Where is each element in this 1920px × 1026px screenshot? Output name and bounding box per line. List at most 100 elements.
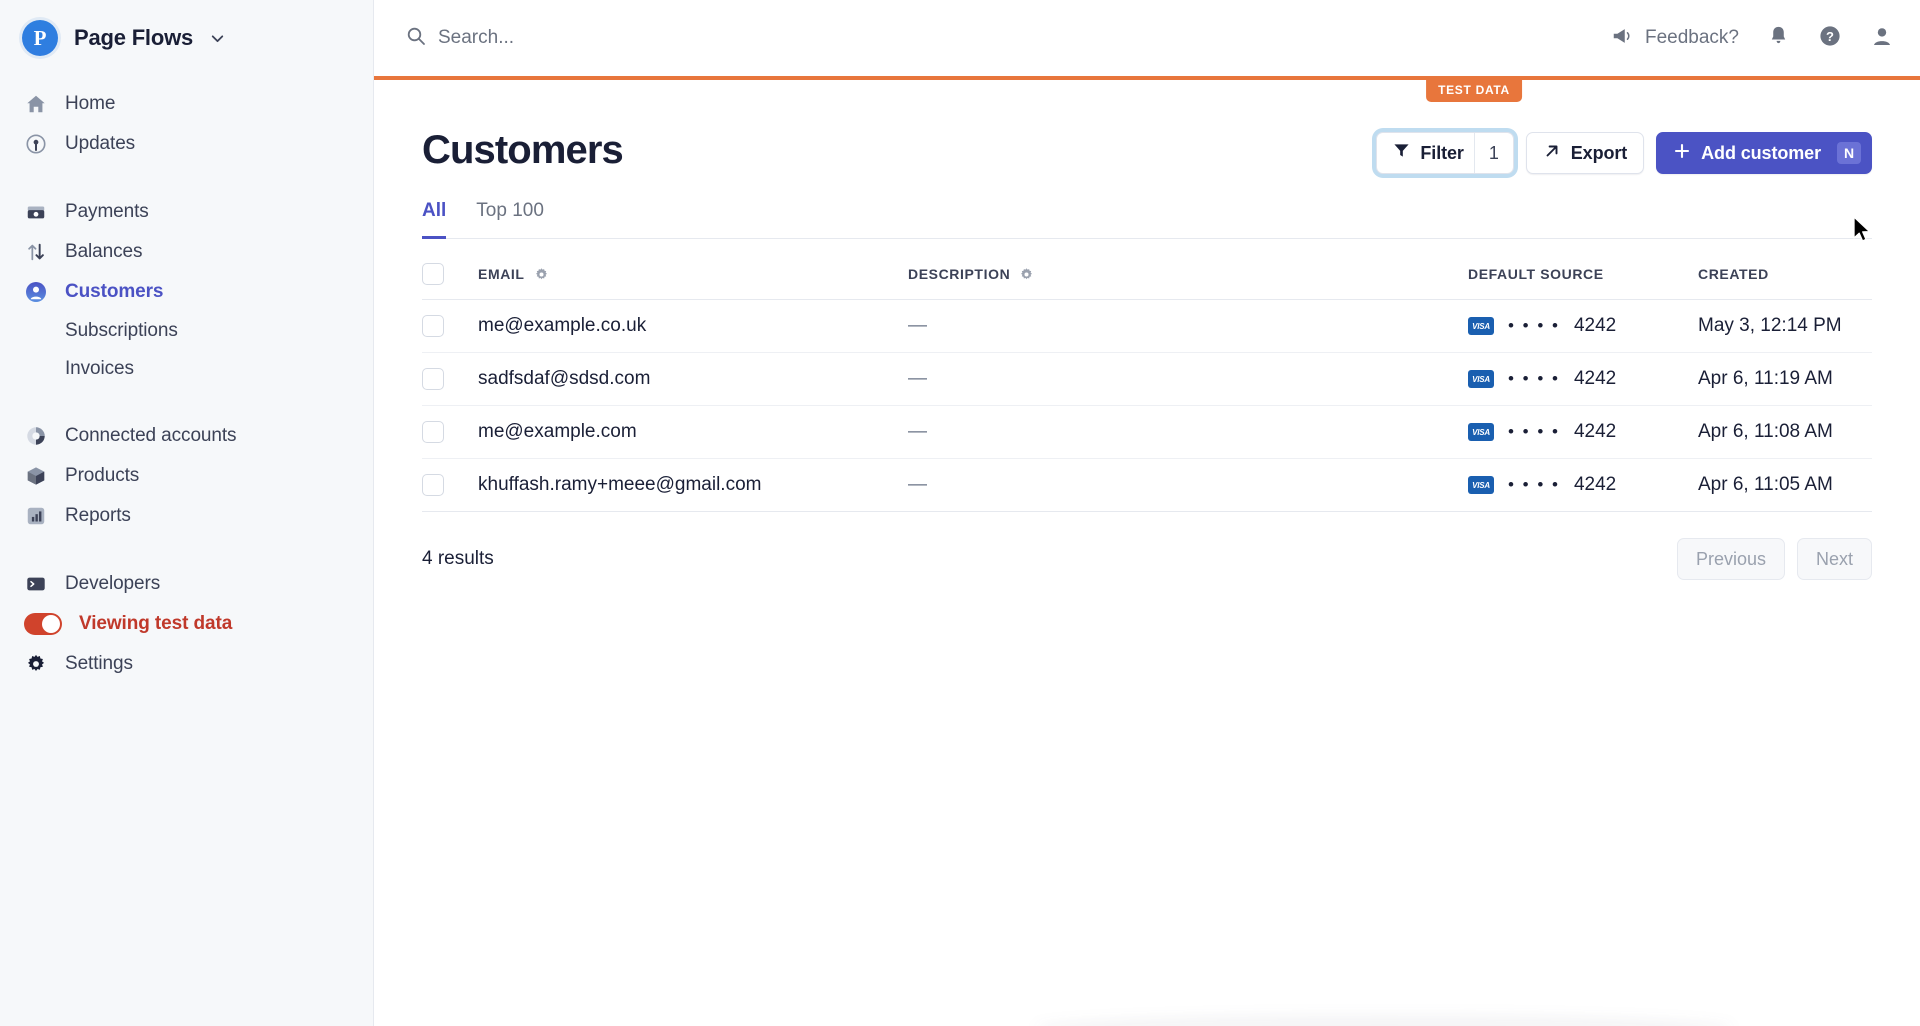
- sidebar: P Page Flows Home Updates Payments Balan…: [0, 0, 374, 1026]
- gear-icon: [24, 652, 48, 676]
- cell-email[interactable]: khuffash.ramy+meee@gmail.com: [478, 458, 908, 512]
- select-all-checkbox[interactable]: [422, 263, 444, 285]
- tab-bar: All Top 100: [422, 200, 1872, 239]
- search-input[interactable]: Search...: [406, 26, 514, 51]
- customers-table-body: me@example.co.uk — VISA • • • • 4242 May…: [422, 299, 1872, 512]
- customers-icon: [24, 280, 48, 304]
- row-select-cell: [422, 458, 478, 512]
- column-email-label: EMAIL: [478, 266, 525, 282]
- megaphone-icon: [1611, 25, 1633, 52]
- help-button[interactable]: ?: [1818, 24, 1842, 53]
- developers-icon: [24, 572, 48, 596]
- reports-icon: [24, 504, 48, 528]
- sidebar-item-reports[interactable]: Reports: [0, 496, 373, 536]
- brand-name: Page Flows: [74, 25, 194, 50]
- sidebar-item-settings[interactable]: Settings: [0, 644, 373, 684]
- sidebar-item-developers[interactable]: Developers: [0, 564, 373, 604]
- nav-group-main: Payments Balances Customers Subscription…: [0, 192, 373, 388]
- tab-all[interactable]: All: [422, 200, 447, 239]
- sidebar-item-balances[interactable]: Balances: [0, 232, 373, 272]
- cell-email[interactable]: sadfsdaf@sdsd.com: [478, 352, 908, 406]
- visa-card-icon: VISA: [1468, 476, 1494, 494]
- balances-icon: [24, 240, 48, 264]
- table-row[interactable]: me@example.com — VISA • • • • 4242 Apr 6…: [422, 405, 1872, 459]
- search-placeholder: Search...: [438, 27, 515, 48]
- table-row[interactable]: me@example.co.uk — VISA • • • • 4242 May…: [422, 299, 1872, 353]
- gear-icon[interactable]: [534, 267, 549, 282]
- brand-logo: P: [22, 20, 58, 56]
- next-page-button[interactable]: Next: [1796, 538, 1872, 580]
- payments-icon: [24, 200, 48, 224]
- column-email: EMAIL: [478, 239, 908, 300]
- row-checkbox[interactable]: [422, 421, 444, 443]
- top-bar-actions: Feedback? ?: [1611, 24, 1894, 53]
- card-last4: 4242: [1573, 368, 1617, 389]
- feedback-button[interactable]: Feedback?: [1611, 25, 1739, 52]
- sidebar-item-viewing-test-data[interactable]: Viewing test data: [0, 604, 373, 644]
- filter-label: Filter: [1420, 142, 1464, 163]
- page-actions: Filter 1 Export Add customer N: [1376, 132, 1872, 174]
- cell-email[interactable]: me@example.co.uk: [478, 299, 908, 353]
- sidebar-item-label: Viewing test data: [79, 613, 233, 634]
- table-row[interactable]: khuffash.ramy+meee@gmail.com — VISA • • …: [422, 458, 1872, 512]
- row-select-cell: [422, 299, 478, 353]
- card-last4: 4242: [1573, 474, 1617, 495]
- table-row[interactable]: sadfsdaf@sdsd.com — VISA • • • • 4242 Ap…: [422, 352, 1872, 406]
- connected-accounts-icon: [24, 424, 48, 448]
- sidebar-item-label: Balances: [65, 241, 143, 262]
- sidebar-item-customers[interactable]: Customers: [0, 272, 373, 312]
- sidebar-item-home[interactable]: Home: [0, 84, 373, 124]
- export-button[interactable]: Export: [1525, 132, 1645, 174]
- column-created: CREATED: [1698, 239, 1872, 300]
- sidebar-item-updates[interactable]: Updates: [0, 124, 373, 164]
- search-icon: [406, 26, 426, 51]
- card-last4: 4242: [1573, 421, 1617, 442]
- previous-page-button[interactable]: Previous: [1676, 538, 1785, 580]
- main-content: Search... Feedback? ? TEST DATA Customer…: [374, 0, 1920, 1026]
- add-customer-button[interactable]: Add customer N: [1656, 132, 1872, 174]
- table-footer: 4 results Previous Next: [422, 538, 1872, 580]
- gear-icon[interactable]: [1019, 267, 1034, 282]
- tab-top-100[interactable]: Top 100: [476, 200, 544, 239]
- user-icon: [1870, 24, 1894, 53]
- cell-email[interactable]: me@example.com: [478, 405, 908, 459]
- results-count: 4 results: [422, 548, 494, 569]
- sidebar-item-label: Connected accounts: [65, 425, 237, 446]
- sidebar-item-label: Home: [65, 93, 116, 114]
- pagination: Previous Next: [1676, 538, 1872, 580]
- column-description: DESCRIPTION: [908, 239, 1468, 300]
- visa-card-icon: VISA: [1468, 317, 1494, 335]
- notifications-button[interactable]: [1767, 24, 1790, 52]
- cell-default-source: VISA • • • • 4242: [1468, 299, 1698, 353]
- account-button[interactable]: [1870, 24, 1894, 53]
- filter-button[interactable]: Filter 1: [1376, 132, 1514, 174]
- cell-default-source: VISA • • • • 4242: [1468, 405, 1698, 459]
- column-default-source: DEFAULT SOURCE: [1468, 239, 1698, 300]
- sidebar-item-label: Settings: [65, 653, 133, 674]
- nav-group-tertiary: Developers Viewing test data Settings: [0, 564, 373, 684]
- card-dots: • • • •: [1508, 316, 1560, 335]
- row-checkbox[interactable]: [422, 474, 444, 496]
- sidebar-item-label: Invoices: [65, 358, 134, 379]
- cell-created: Apr 6, 11:05 AM: [1698, 458, 1872, 512]
- sidebar-item-products[interactable]: Products: [0, 456, 373, 496]
- sidebar-item-payments[interactable]: Payments: [0, 192, 373, 232]
- toggle-switch-on-icon[interactable]: [24, 612, 62, 636]
- brand-switcher[interactable]: P Page Flows: [0, 0, 373, 76]
- sidebar-item-invoices[interactable]: Invoices: [0, 350, 373, 388]
- sidebar-item-label: Reports: [65, 505, 131, 526]
- cell-description: —: [908, 352, 1468, 406]
- arrow-up-right-icon: [1543, 142, 1561, 165]
- sidebar-item-label: Customers: [65, 281, 164, 302]
- cell-default-source: VISA • • • • 4242: [1468, 352, 1698, 406]
- sidebar-item-connected-accounts[interactable]: Connected accounts: [0, 416, 373, 456]
- cell-default-source: VISA • • • • 4242: [1468, 458, 1698, 512]
- nav-group-secondary: Connected accounts Products Reports: [0, 416, 373, 536]
- sidebar-item-subscriptions[interactable]: Subscriptions: [0, 312, 373, 350]
- cell-description: —: [908, 299, 1468, 353]
- row-checkbox[interactable]: [422, 368, 444, 390]
- sidebar-item-label: Payments: [65, 201, 149, 222]
- column-description-label: DESCRIPTION: [908, 266, 1011, 282]
- cell-description: —: [908, 458, 1468, 512]
- row-checkbox[interactable]: [422, 315, 444, 337]
